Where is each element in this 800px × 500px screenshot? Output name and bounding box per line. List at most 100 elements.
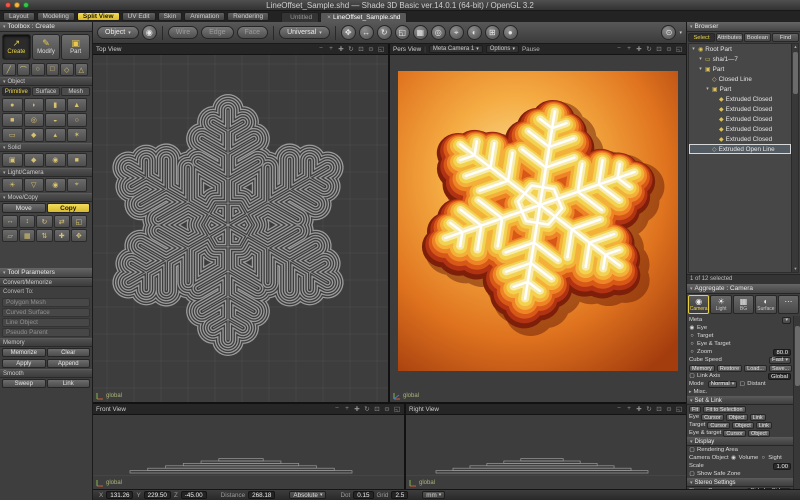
expander-icon[interactable]: ▾ — [698, 56, 703, 62]
workspace-tab[interactable]: Rendering — [227, 12, 269, 21]
workspace-tab[interactable]: Layout — [3, 12, 35, 21]
tree-item[interactable]: ▾ ▭ sha/1—7 — [689, 54, 791, 64]
rotate-view-icon[interactable]: ↻ — [363, 405, 371, 413]
aggregate-tab-more[interactable]: ⋯ — [778, 295, 799, 314]
distance-field[interactable]: 268.18 — [248, 491, 275, 499]
fit-to-selection-button[interactable]: Fit to Selection — [703, 406, 745, 413]
tree-item[interactable]: ▾ ◉ Root Part — [689, 44, 791, 54]
workspace-tab[interactable]: Split View — [77, 12, 120, 21]
zoom-in-icon[interactable]: + — [327, 45, 335, 53]
plane-tool-icon[interactable]: ▭ — [2, 128, 23, 142]
zoom-out-icon[interactable]: − — [615, 405, 623, 413]
pan-view-icon[interactable]: ✚ — [353, 405, 361, 413]
move-tool-icon[interactable]: ↔ — [359, 25, 374, 40]
zoom-window-button[interactable] — [23, 2, 29, 8]
manipulator-icon[interactable]: ✥ — [341, 25, 356, 40]
rect-tool-icon[interactable]: □ — [46, 63, 60, 76]
rotate-icon[interactable]: ↻ — [36, 215, 52, 228]
workspace-tab[interactable]: Modeling — [37, 12, 75, 21]
eye-target-object-button[interactable]: Object — [748, 430, 770, 437]
star-tool-icon[interactable]: ✶ — [67, 128, 88, 142]
intersect-tool-icon[interactable]: ◉ — [45, 153, 66, 167]
cube-tool-icon[interactable]: ■ — [2, 113, 23, 127]
sphere-tool-icon[interactable]: ● — [2, 98, 23, 112]
view-options-dropdown[interactable]: Options ▾ — [486, 45, 519, 53]
camera-mode-dropdown[interactable]: Normal▾ — [708, 381, 738, 388]
move-button[interactable]: Move — [2, 203, 46, 213]
view-mode-button[interactable]: Face — [237, 26, 269, 39]
pers-viewport-canvas[interactable] — [390, 55, 686, 402]
zoom-out-icon[interactable]: − — [333, 405, 341, 413]
expander-icon[interactable]: ▾ — [691, 46, 696, 52]
array-icon[interactable]: ▦ — [19, 229, 35, 242]
maximize-view-icon[interactable]: ◱ — [377, 45, 385, 53]
z-coordinate-field[interactable]: -45.00 — [181, 491, 207, 499]
diamond-solid-tool-icon[interactable]: ◆ — [24, 128, 45, 142]
cylinder-tool-icon[interactable]: ▮ — [45, 98, 66, 112]
disclosure-icon[interactable]: ▸ — [689, 389, 692, 395]
tree-item[interactable]: ◇ Extruded Open Line — [689, 144, 791, 154]
save-button[interactable]: Save... — [769, 365, 792, 372]
copy-button[interactable]: Copy — [47, 203, 91, 213]
eye-radio[interactable]: ◉ — [689, 325, 695, 331]
zoom-in-icon[interactable]: + — [625, 45, 633, 53]
top-viewport-canvas[interactable] — [93, 55, 388, 402]
browser-tab[interactable]: Boolean — [744, 33, 771, 42]
zoom-select-icon[interactable]: ⊙ — [665, 405, 673, 413]
rendering-area-checkbox[interactable]: ▢ — [689, 447, 695, 453]
safe-zone-checkbox[interactable]: ▢ — [689, 471, 695, 477]
caret-down-icon[interactable]: ▾ — [679, 30, 682, 36]
workspace-tab[interactable]: Animation — [184, 12, 225, 21]
fit-button[interactable]: Fit — [689, 406, 701, 413]
tree-item[interactable]: ◆ Extruded Closed — [689, 104, 791, 114]
aggregate-tab-light[interactable]: ☀ Light — [710, 295, 731, 314]
tree-item[interactable]: ◆ Extruded Closed — [689, 94, 791, 104]
tree-item[interactable]: ◇ Closed Line — [689, 74, 791, 84]
zoom-in-icon[interactable]: + — [625, 405, 633, 413]
front-viewport-canvas[interactable] — [93, 415, 404, 489]
fit-view-icon[interactable]: ⊡ — [655, 405, 663, 413]
spot-light-icon[interactable]: ▽ — [24, 178, 45, 192]
tree-item[interactable]: ◆ Extruded Closed — [689, 114, 791, 124]
memory-dropdown-button[interactable]: Memory — [689, 365, 715, 372]
eye-cursor-button[interactable]: Cursor — [701, 414, 724, 421]
flip-icon[interactable]: ⇅ — [36, 229, 52, 242]
workspace-tab[interactable]: UV Edit — [122, 12, 156, 21]
zoom-out-icon[interactable]: − — [615, 45, 623, 53]
eye-object-button[interactable]: Object — [726, 414, 748, 421]
universal-manipulator-dropdown[interactable]: Universal ▾ — [279, 26, 330, 39]
unit-dropdown[interactable]: mm ▾ — [422, 491, 445, 499]
translate-h-icon[interactable]: ↔ — [2, 215, 18, 228]
capsule-tool-icon[interactable]: ◒ — [45, 113, 66, 127]
pause-button[interactable]: Pause — [522, 46, 540, 53]
convert-option[interactable]: Curved Surface — [2, 308, 90, 317]
scrollbar-thumb[interactable] — [795, 326, 800, 386]
sun-light-icon[interactable]: ☀ — [2, 178, 23, 192]
zoom-out-icon[interactable]: − — [317, 45, 325, 53]
memory-button[interactable]: Memorize — [2, 348, 46, 357]
light-camera-section-label[interactable]: ▾ Light/Camera — [0, 168, 92, 177]
target-point-icon[interactable]: ⌖ — [449, 25, 464, 40]
pan-view-icon[interactable]: ✚ — [337, 45, 345, 53]
tree-item[interactable]: ◆ Extruded Closed — [689, 124, 791, 134]
workspace-tab[interactable]: Skin — [158, 12, 183, 21]
pan-view-icon[interactable]: ✚ — [635, 45, 643, 53]
eye-target-cursor-button[interactable]: Cursor — [723, 430, 746, 437]
right-viewport-canvas[interactable] — [406, 415, 686, 489]
set-link-section[interactable]: ▾ Set & Link — [687, 396, 793, 405]
mode-create-button[interactable]: ↗ Create — [2, 34, 31, 60]
subtract-tool-icon[interactable]: ◆ — [24, 153, 45, 167]
dot-field[interactable]: 0.15 — [353, 491, 373, 499]
maximize-view-icon[interactable]: ◱ — [675, 45, 683, 53]
load-button[interactable]: Load... — [744, 365, 767, 372]
point-light-icon[interactable]: ◉ — [45, 178, 66, 192]
browser-scrollbar[interactable]: ▲ ▼ — [791, 44, 798, 272]
memory-button[interactable]: Append — [47, 359, 91, 368]
line-tool-icon[interactable]: ╱ — [2, 63, 16, 76]
diamond-tool-icon[interactable]: ◇ — [60, 63, 74, 76]
aggregate-tab-bg[interactable]: ▦ BG — [733, 295, 754, 314]
document-tab[interactable]: Untitled — [281, 12, 319, 22]
coordinate-mode-dropdown[interactable]: Absolute ▾ — [289, 491, 326, 499]
move-copy-section-label[interactable]: ▾ Move/Copy — [0, 193, 92, 202]
rotate-view-icon[interactable]: ↻ — [347, 45, 355, 53]
